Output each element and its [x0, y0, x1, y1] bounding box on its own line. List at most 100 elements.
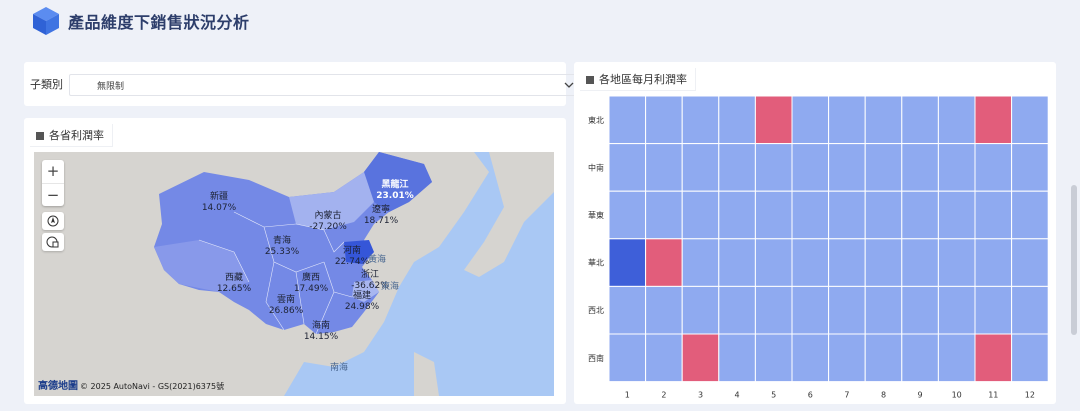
- heatmap-x-label: 3: [698, 391, 703, 400]
- heatmap-cell[interactable]: [937, 333, 976, 383]
- heatmap-x-label: 10: [952, 391, 962, 400]
- heatmap-cell[interactable]: [645, 95, 683, 145]
- heatmap-chart[interactable]: 東北中南華東華北西北西南1 2 3 4 5 6 7 8 9 10 11 12: [574, 62, 1056, 404]
- heatmap-cell[interactable]: [754, 238, 793, 287]
- heatmap-cell[interactable]: [974, 190, 1013, 240]
- map-panel-title-text: 各省利潤率: [49, 129, 104, 142]
- region-month-heatmap-card: 各地區每月利潤率 東北 中南 華東 華北 西北 西南 1 2 3 4 5 6 7 8 9 10 11 12: [574, 62, 1056, 404]
- heatmap-cell[interactable]: [901, 285, 939, 335]
- heatmap-cell[interactable]: [681, 95, 720, 145]
- heatmap-cell[interactable]: [828, 143, 866, 192]
- heatmap-cell[interactable]: [718, 143, 756, 192]
- heatmap-cell[interactable]: [828, 95, 866, 145]
- heatmap-cell[interactable]: [791, 285, 830, 335]
- heatmap-cell[interactable]: [645, 238, 683, 287]
- heatmap-cell[interactable]: [608, 190, 647, 240]
- heatmap-cell[interactable]: [937, 285, 976, 335]
- heatmap-cell[interactable]: [645, 143, 683, 192]
- heatmap-cell[interactable]: [681, 238, 720, 287]
- cube-icon: [33, 7, 59, 35]
- heatmap-cell[interactable]: [937, 143, 976, 192]
- heatmap-cell[interactable]: [718, 95, 756, 145]
- heatmap-cell[interactable]: [645, 333, 683, 383]
- heatmap-cell[interactable]: [1011, 285, 1049, 335]
- province-label: 海南 14.15%: [303, 321, 339, 342]
- page-scrollbar[interactable]: [1071, 185, 1077, 335]
- heatmap-cell[interactable]: [937, 238, 976, 287]
- heatmap-cell[interactable]: [901, 143, 939, 192]
- heatmap-cell[interactable]: [754, 143, 793, 192]
- heatmap-cell[interactable]: [864, 285, 903, 335]
- heatmap-cell[interactable]: [901, 95, 939, 145]
- province-map[interactable]: 新疆 14.07% 黑龍江 23.01% 內蒙古 -27.20% 遼寧 18.71% 青…: [34, 152, 554, 396]
- heatmap-cell[interactable]: [681, 190, 720, 240]
- heatmap-cell[interactable]: [791, 190, 830, 240]
- heatmap-cell[interactable]: [974, 143, 1013, 192]
- heatmap-cell[interactable]: [901, 333, 939, 383]
- heatmap-cell[interactable]: [937, 190, 976, 240]
- heatmap-cell[interactable]: [974, 238, 1013, 287]
- heatmap-cell[interactable]: [1011, 190, 1049, 240]
- heatmap-cell[interactable]: [754, 333, 793, 383]
- heatmap-cell[interactable]: [1011, 95, 1049, 145]
- heatmap-cell[interactable]: [754, 95, 793, 145]
- zoom-out-button[interactable]: −: [42, 183, 64, 205]
- zoom-in-button[interactable]: +: [42, 160, 64, 182]
- heatmap-cell[interactable]: [791, 333, 830, 383]
- heatmap-y-label: 華東: [588, 210, 604, 220]
- compass-icon[interactable]: [42, 212, 64, 230]
- heatmap-cell[interactable]: [1011, 333, 1049, 383]
- heatmap-y-label: 東北: [588, 115, 604, 125]
- heatmap-cell[interactable]: [828, 190, 866, 240]
- heatmap-cell[interactable]: [718, 285, 756, 335]
- heatmap-cell[interactable]: [1011, 238, 1049, 287]
- province-label: 新疆 14.07%: [201, 192, 237, 213]
- heatmap-cell[interactable]: [828, 333, 866, 383]
- heatmap-cell[interactable]: [864, 190, 903, 240]
- heatmap-cell[interactable]: [901, 238, 939, 287]
- heatmap-cell[interactable]: [1011, 143, 1049, 192]
- heatmap-cell[interactable]: [718, 333, 756, 383]
- layers-icon[interactable]: [42, 233, 64, 251]
- map-panel-title: 各省利潤率: [30, 124, 113, 147]
- heatmap-x-label: 11: [988, 391, 998, 400]
- heatmap-cell[interactable]: [608, 238, 647, 287]
- heatmap-x-label: 6: [808, 391, 813, 400]
- heatmap-cell[interactable]: [974, 95, 1013, 145]
- heatmap-cell[interactable]: [718, 238, 756, 287]
- heatmap-cell[interactable]: [608, 95, 647, 145]
- heatmap-cell[interactable]: [718, 190, 756, 240]
- heatmap-cell[interactable]: [608, 333, 647, 383]
- heatmap-cell[interactable]: [681, 285, 720, 335]
- heatmap-cell[interactable]: [791, 238, 830, 287]
- subcategory-select[interactable]: 無限制: [69, 74, 581, 96]
- heatmap-cell[interactable]: [645, 190, 683, 240]
- map-credit-text: © 2025 AutoNavi - GS(2021)6375號: [80, 382, 225, 391]
- heatmap-cell[interactable]: [791, 95, 830, 145]
- heatmap-cell[interactable]: [754, 190, 793, 240]
- province-label: 遼寧 18.71%: [363, 205, 399, 226]
- heatmap-cell[interactable]: [864, 95, 903, 145]
- heatmap-cell[interactable]: [645, 285, 683, 335]
- heatmap-x-label: 4: [735, 391, 740, 400]
- heatmap-x-label: 1: [625, 391, 630, 400]
- heatmap-cell[interactable]: [828, 285, 866, 335]
- heatmap-cell[interactable]: [608, 285, 647, 335]
- province-label: 黑龍江 23.01%: [376, 180, 414, 201]
- heatmap-cell[interactable]: [681, 333, 720, 383]
- heatmap-cell[interactable]: [937, 95, 976, 145]
- heatmap-cell[interactable]: [901, 190, 939, 240]
- heatmap-x-label: 8: [881, 391, 886, 400]
- heatmap-cell[interactable]: [828, 238, 866, 287]
- heatmap-cell[interactable]: [754, 285, 793, 335]
- heatmap-cell[interactable]: [608, 143, 647, 192]
- heatmap-cell[interactable]: [791, 143, 830, 192]
- heatmap-cell[interactable]: [864, 333, 903, 383]
- heatmap-cell[interactable]: [974, 285, 1013, 335]
- heatmap-cell[interactable]: [864, 143, 903, 192]
- heatmap-cell[interactable]: [864, 238, 903, 287]
- heatmap-cell[interactable]: [974, 333, 1013, 383]
- heatmap-cell[interactable]: [681, 143, 720, 192]
- heatmap-y-label: 華北: [588, 258, 604, 268]
- subcategory-filter-card: 子類別 無限制: [24, 62, 581, 106]
